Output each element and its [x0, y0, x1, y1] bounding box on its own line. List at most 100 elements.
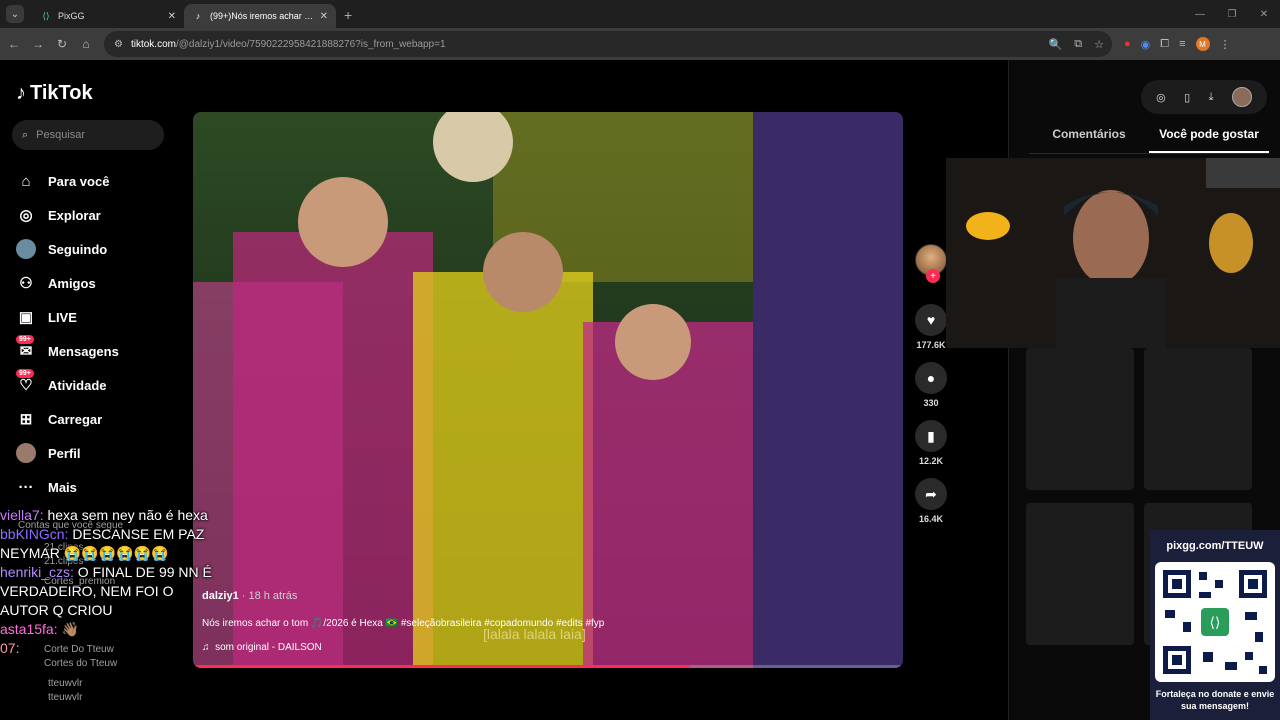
nav-more[interactable]: ··· Mais	[16, 470, 176, 504]
home-icon[interactable]: ⌂	[74, 37, 98, 51]
new-tab-button[interactable]: +	[344, 7, 352, 23]
tab-comments[interactable]: Comentários	[1029, 124, 1149, 153]
extensions-area: ● ◉ ⧠ ≡ M ⋮	[1124, 28, 1231, 60]
tiktok-logo[interactable]: ♪ TikTok	[16, 82, 93, 105]
nav-messages[interactable]: ✉ 99+ Mensagens	[16, 334, 176, 368]
chat-text: 👋🏽	[57, 621, 79, 637]
bookmark-icon[interactable]: ▮	[915, 420, 947, 452]
live-icon: ▣	[18, 309, 34, 326]
suggested-thumb[interactable]	[1026, 503, 1134, 645]
compass-small-icon[interactable]: ◎	[1156, 91, 1166, 104]
extensions-puzzle-icon[interactable]: ⧠	[1160, 38, 1169, 51]
save-count: 12.2K	[918, 456, 944, 466]
nav-friends[interactable]: ⚇ Amigos	[16, 266, 176, 300]
nav-label: Para você	[48, 173, 110, 189]
pixgg-favicon-icon: ⟨⟩	[42, 10, 50, 21]
address-bar[interactable]: ⚙ tiktok.com/@dalziy1/video/759022295842…	[104, 31, 1112, 57]
extension-record-icon[interactable]: ●	[1124, 38, 1131, 50]
nav-label: Atividade	[48, 377, 107, 393]
sidebar-nav: ⌂ Para você ◎ Explorar Seguindo ⚇ Amigos ▣ L…	[16, 164, 176, 504]
close-tab-icon[interactable]: ✕	[320, 11, 328, 22]
chat-message: viella7: hexa sem ney não é hexa	[0, 506, 215, 525]
chat-message: henriki_czs: O FINAL DE 99 NN É VERDADEI…	[0, 563, 215, 620]
following-account[interactable]: Cortes do Tteuw	[44, 658, 117, 669]
url-host: tiktok.com	[130, 38, 176, 50]
like-heart-icon[interactable]: ♥	[915, 304, 947, 336]
nav-live[interactable]: ▣ LIVE	[16, 300, 176, 334]
suggested-thumb[interactable]	[1144, 348, 1252, 490]
forward-icon[interactable]: →	[26, 37, 50, 51]
bookmark-star-icon[interactable]: ☆	[1094, 38, 1104, 51]
follow-plus-icon[interactable]: +	[926, 269, 940, 283]
qr-code: ⟨⟩	[1155, 562, 1275, 682]
nav-label: Carregar	[48, 411, 103, 427]
chat-message: 07:	[0, 639, 215, 658]
video-progress-bar[interactable]	[193, 665, 903, 668]
chat-message: asta15fa: 👋🏽	[0, 620, 215, 639]
nav-following[interactable]: Seguindo	[16, 232, 176, 266]
zoom-icon[interactable]: 🔍	[1049, 38, 1063, 51]
nav-profile[interactable]: Perfil	[16, 436, 176, 470]
chat-username: henriki_czs:	[0, 564, 74, 580]
stream-chat-overlay: viella7: hexa sem ney não é hexa bbKINGc…	[0, 506, 215, 658]
profile-icon	[16, 443, 36, 463]
following-account[interactable]: tteuwvlr	[48, 678, 82, 689]
nav-for-you[interactable]: ⌂ Para você	[16, 164, 176, 198]
video-player[interactable]: [lalala lalala laia] dalziy1 · 18 h atrá…	[193, 112, 903, 668]
browser-tab-tiktok[interactable]: ♪ (99+)Nós iremos achar o tom 🎵 ✕	[184, 4, 336, 28]
creator-avatar[interactable]: +	[915, 244, 947, 283]
upload-icon: ⊞	[19, 411, 33, 428]
share-count: 16.4K	[918, 514, 944, 524]
media-control-icon[interactable]: ≡	[1179, 38, 1185, 50]
comment-icon[interactable]: ●	[915, 362, 947, 394]
activity-badge: 99+	[16, 369, 34, 378]
extension-audio-icon[interactable]: ◉	[1141, 38, 1151, 51]
suggested-thumb[interactable]	[1026, 348, 1134, 490]
sound-name: som original - DAILSON	[215, 642, 322, 653]
nav-activity[interactable]: ♡ 99+ Atividade	[16, 368, 176, 402]
chat-text: hexa sem ney não é hexa	[43, 507, 208, 523]
nav-label: Mais	[48, 479, 77, 495]
tiktok-wordmark: TikTok	[30, 82, 93, 104]
following-icon	[16, 239, 36, 259]
nav-upload[interactable]: ⊞ Carregar	[16, 402, 176, 436]
nav-label: Seguindo	[48, 241, 108, 257]
profile-avatar[interactable]: M	[1195, 37, 1210, 51]
reload-icon[interactable]: ↻	[50, 37, 74, 51]
tiktok-note-icon: ♪	[16, 82, 26, 104]
nav-label: Amigos	[48, 275, 96, 291]
close-tab-icon[interactable]: ✕	[168, 11, 176, 22]
video-progress-fill	[193, 665, 690, 668]
streamer-webcam	[946, 158, 1280, 348]
video-description: Nós iremos achar o tom 🎵/2026 é Hexa 🇧🇷 …	[202, 618, 605, 629]
download-icon[interactable]: ⤓	[1209, 91, 1214, 104]
install-app-icon[interactable]: ⧉	[1074, 38, 1082, 51]
search-input[interactable]: ⌕ Pesquisar	[12, 120, 164, 150]
home-icon: ⌂	[21, 172, 31, 190]
donation-caption: Fortaleça no donate e envie sua mensagem…	[1155, 689, 1275, 711]
tab-search-icon[interactable]: ⌄	[6, 5, 24, 23]
following-account[interactable]: tteuwvlr	[48, 692, 82, 703]
donation-qr-overlay: pixgg.com/TTEUW ⟨⟩ Fortaleça no donate e…	[1150, 530, 1280, 720]
messages-icon: ✉ 99+	[16, 335, 36, 361]
restore-icon[interactable]: ❐	[1216, 0, 1248, 28]
minimize-icon[interactable]: —	[1184, 0, 1216, 28]
chat-username: 07:	[0, 640, 20, 656]
url-path: /@dalziy1/video/7590222958421888276?is_f…	[175, 38, 446, 50]
chat-username: bbKINGcn:	[0, 526, 69, 542]
video-sound[interactable]: ♫ som original - DAILSON	[202, 642, 322, 653]
top-right-toolbar: ◎ ▯ ⤓	[1141, 80, 1267, 114]
chat-message: bbKINGcn: DESCANSE EM PAZ NEYMAR 😭😭😭😭😭😭	[0, 525, 215, 563]
tab-you-may-like[interactable]: Você pode gostar	[1149, 124, 1269, 153]
chat-username: asta15fa:	[0, 621, 58, 637]
webcam-frame	[946, 158, 1280, 348]
site-info-icon[interactable]: ⚙	[114, 39, 123, 50]
browser-tab-pixgg[interactable]: ⟨⟩ PixGG ✕	[32, 4, 184, 28]
user-avatar[interactable]	[1231, 87, 1252, 107]
close-window-icon[interactable]: ✕	[1248, 0, 1280, 28]
chrome-menu-icon[interactable]: ⋮	[1220, 38, 1231, 51]
nav-explore[interactable]: ◎ Explorar	[16, 198, 176, 232]
share-arrow-icon[interactable]: ➦	[915, 478, 947, 510]
device-icon[interactable]: ▯	[1184, 91, 1190, 104]
back-icon[interactable]: ←	[2, 37, 26, 51]
